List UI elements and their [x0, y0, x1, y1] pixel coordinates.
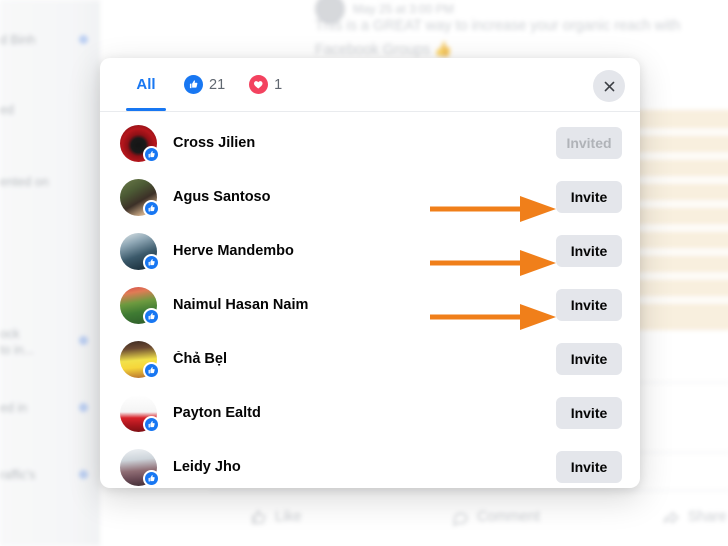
comment-icon [452, 509, 469, 526]
share-button-label: Share [688, 509, 727, 525]
invite-button[interactable]: Invite [556, 181, 622, 213]
thumbs-up-reaction-icon [184, 75, 203, 94]
tab-like[interactable]: 21 [172, 58, 237, 111]
post-action-bar: Like Comment Share [210, 496, 728, 538]
avatar [120, 394, 160, 433]
unread-dot [79, 470, 88, 479]
tab-all[interactable]: All [120, 58, 172, 111]
tab-all-label: All [136, 76, 156, 93]
invite-button[interactable]: Invite [556, 451, 622, 483]
thumbs-up-icon [250, 509, 267, 526]
like-button[interactable]: Like [250, 509, 302, 526]
invite-button[interactable]: Invite [556, 289, 622, 321]
share-button[interactable]: Share [662, 509, 727, 526]
thumbs-up-reaction-icon [143, 145, 160, 163]
avatar [120, 124, 160, 163]
invited-button: Invited [556, 127, 622, 159]
person-row[interactable]: Leidy Jho Invite [100, 440, 640, 488]
thumbs-up-reaction-icon [143, 253, 160, 271]
unread-dot [79, 35, 88, 44]
avatar [120, 340, 160, 379]
notification-text: ed [0, 103, 14, 117]
person-row[interactable]: Cross Jilien Invited [100, 116, 640, 170]
tab-active-underline [126, 108, 166, 111]
thumbs-up-reaction-icon [143, 415, 160, 433]
person-row[interactable]: Čhả Bẹl Invite [100, 332, 640, 386]
avatar [120, 286, 160, 325]
invite-button[interactable]: Invite [556, 343, 622, 375]
comment-button-label: Comment [477, 509, 540, 525]
tab-love-count: 1 [274, 76, 283, 93]
post-body-text: This is a GREAT way to increase your org… [315, 18, 681, 58]
person-row[interactable]: Agus Santoso Invite [100, 170, 640, 224]
avatar [120, 232, 160, 271]
divider [210, 490, 728, 491]
modal-header: All 21 1 [100, 58, 640, 111]
people-list[interactable]: Cross Jilien Invited Agus Santoso Invite Her… [100, 112, 640, 488]
notifications-sidebar: d Binh ed ented on ock to in... ed in raffic'… [0, 0, 100, 546]
screen: May 25 at 3:00 PM This is a GREAT way to… [0, 0, 728, 546]
notification-item[interactable]: ock to in... [0, 326, 100, 358]
tab-like-count: 21 [209, 76, 226, 93]
comment-button[interactable]: Comment [452, 509, 540, 526]
tab-love[interactable]: 1 [237, 58, 294, 111]
thumbs-up-reaction-icon [143, 469, 160, 487]
like-button-label: Like [275, 509, 302, 525]
person-name: Čhả Bẹl [173, 351, 227, 367]
invite-button[interactable]: Invite [556, 397, 622, 429]
avatar [120, 178, 160, 217]
notification-item[interactable]: d Binh [0, 32, 100, 48]
thumbs-up-reaction-icon [143, 199, 160, 217]
notification-item[interactable]: ented on [0, 174, 100, 190]
heart-reaction-icon [249, 75, 269, 94]
person-row[interactable]: Herve Mandembo Invite [100, 224, 640, 278]
avatar [120, 448, 160, 487]
person-name: Agus Santoso [173, 189, 271, 205]
unread-dot [79, 403, 88, 412]
notification-item[interactable]: ed [0, 102, 100, 118]
notification-text: ented on [0, 175, 49, 189]
invite-button[interactable]: Invite [556, 235, 622, 267]
thumbs-up-reaction-icon [143, 361, 160, 379]
close-icon[interactable] [593, 70, 625, 102]
share-icon [662, 509, 680, 526]
reactions-modal: All 21 1 Cross Jilien Invited Agus Santo… [100, 58, 640, 488]
person-name: Payton Ealtd [173, 405, 261, 421]
thumbs-up-reaction-icon [143, 307, 160, 325]
person-name: Leidy Jho [173, 459, 241, 475]
unread-dot [79, 336, 88, 345]
person-name: Naimul Hasan Naim [173, 297, 309, 313]
person-row[interactable]: Payton Ealtd Invite [100, 386, 640, 440]
notification-item[interactable]: ed in [0, 400, 100, 416]
person-name: Herve Mandembo [173, 243, 294, 259]
person-name: Cross Jilien [173, 135, 256, 151]
notification-item[interactable]: raffic's [0, 467, 100, 483]
reaction-tabs: All 21 1 [120, 58, 294, 111]
person-row[interactable]: Naimul Hasan Naim Invite [100, 278, 640, 332]
